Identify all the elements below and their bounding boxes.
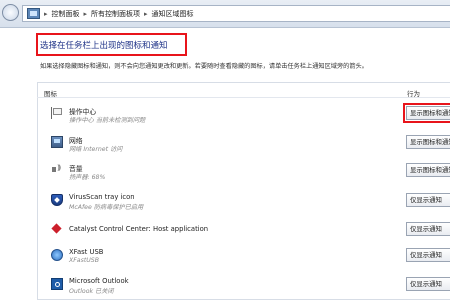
table-row: 操作中心 操作中心 当前未检测到问题 显示图标和通知 — [37, 103, 450, 132]
chevron-right-icon: ▸ — [83, 9, 88, 18]
chevron-right-icon: ▸ — [44, 9, 48, 18]
volume-icon — [51, 164, 63, 176]
flag-icon — [51, 107, 63, 119]
table-row: Microsoft Outlook Outlook 已关闭 仅显示通知 — [37, 274, 450, 303]
table-row: Catalyst Control Center: Host applicatio… — [37, 219, 450, 248]
row-subtitle: 操作中心 当前未检测到问题 — [69, 117, 146, 124]
behavior-select[interactable]: 仅显示通知 — [406, 222, 450, 236]
row-name: Microsoft Outlook — [69, 277, 129, 285]
network-icon — [51, 136, 63, 148]
behavior-select[interactable]: 显示图标和通知 — [403, 103, 450, 123]
catalyst-icon — [51, 223, 63, 235]
mcafee-shield-icon — [51, 194, 63, 206]
breadcrumb-item-notification-icons[interactable]: 通知区域图标 — [152, 9, 194, 19]
row-subtitle: 网络 Internet 访问 — [69, 146, 123, 153]
outlook-icon — [51, 278, 63, 290]
row-subtitle: XFastUSB — [69, 257, 99, 264]
back-button[interactable] — [2, 4, 19, 21]
table-row: VirusScan tray icon McAfee 防病毒保护已启用 仅显示通… — [37, 190, 450, 219]
row-subtitle: 扬声器: 68% — [69, 174, 106, 181]
page-title: 选择在任务栏上出现的图标和通知 — [40, 41, 168, 51]
table-row: XFast USB XFastUSB 仅显示通知 — [37, 245, 450, 274]
row-subtitle: McAfee 防病毒保护已启用 — [69, 204, 144, 211]
row-name: XFast USB — [69, 248, 104, 256]
behavior-select[interactable]: 仅显示通知 — [406, 193, 450, 207]
row-name: VirusScan tray icon — [69, 193, 135, 201]
address-bar: ▸ 控制面板 ▸ 所有控制面板项 ▸ 通知区域图标 — [0, 0, 450, 28]
breadcrumb-item-all-items[interactable]: 所有控制面板项 — [91, 9, 140, 19]
chevron-right-icon: ▸ — [144, 9, 148, 18]
table-row: 网络 网络 Internet 访问 显示图标和通知 — [37, 132, 450, 161]
behavior-select[interactable]: 显示图标和通知 — [406, 163, 450, 177]
xfast-usb-icon — [51, 249, 63, 261]
header-divider — [37, 97, 450, 98]
behavior-select[interactable]: 显示图标和通知 — [406, 135, 450, 149]
row-subtitle: Outlook 已关闭 — [69, 288, 114, 295]
behavior-select[interactable]: 仅显示通知 — [406, 248, 450, 262]
breadcrumb-item-control-panel[interactable]: 控制面板 — [52, 9, 80, 19]
breadcrumb[interactable]: ▸ 控制面板 ▸ 所有控制面板项 ▸ 通知区域图标 — [22, 5, 450, 22]
table-row: 音量 扬声器: 68% 显示图标和通知 — [37, 160, 450, 189]
page-description: 如果选择隐藏图标和通知，则不会向您通知更改和更新。若要随时查看隐藏的图标，请单击… — [40, 63, 368, 70]
control-panel-icon — [27, 8, 40, 19]
behavior-select[interactable]: 仅显示通知 — [406, 277, 450, 291]
row-name: Catalyst Control Center: Host applicatio… — [69, 225, 209, 233]
